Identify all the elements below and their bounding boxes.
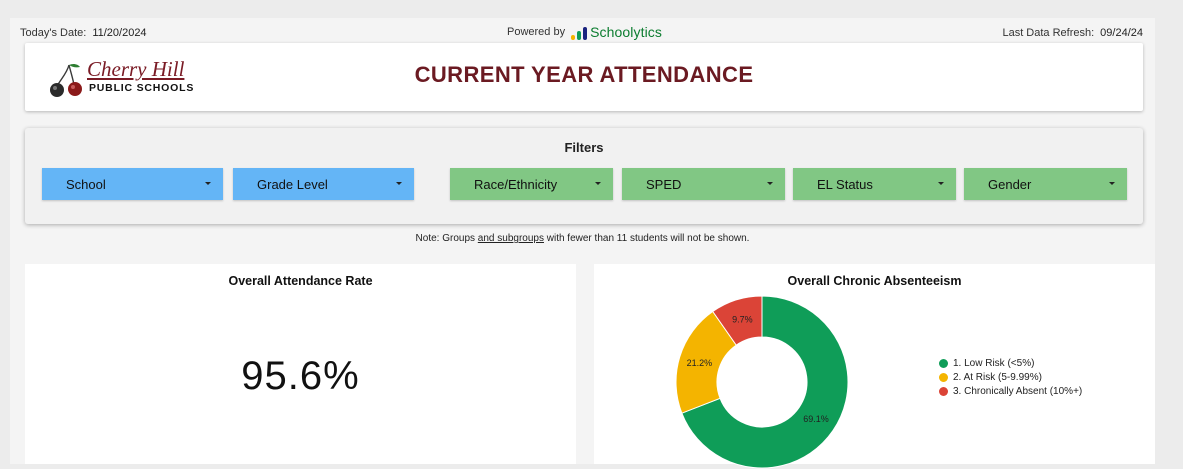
filters-card: Filters School Grade Level Race/Ethnicit… xyxy=(25,128,1143,224)
chevron-down-icon xyxy=(595,182,601,185)
powered-by-label: Powered by xyxy=(507,26,566,38)
attendance-rate-panel: Overall Attendance Rate 95.6% xyxy=(25,264,576,464)
refresh-label: Last Data Refresh: xyxy=(1002,27,1095,39)
chevron-down-icon xyxy=(1109,182,1115,185)
chart-legend: 1. Low Risk (<5%) 2. At Risk (5-9.99%) 3. … xyxy=(939,356,1082,398)
note-subgroups-link[interactable]: and subgroups xyxy=(478,233,544,244)
filter-grade-level-dropdown[interactable]: Grade Level xyxy=(233,168,414,200)
chronic-absenteeism-donut-chart[interactable]: 69.1% 21.2% 9.7% xyxy=(662,294,862,469)
legend-swatch-2 xyxy=(939,372,948,382)
chevron-down-icon xyxy=(767,182,773,185)
legend-item-1[interactable]: 1. Low Risk (<5%) xyxy=(939,356,1082,370)
schoolytics-bars-icon xyxy=(571,27,588,40)
filter-gender-label: Gender xyxy=(988,176,1032,192)
donut-slice-label-3: 9.7% xyxy=(732,315,753,325)
filter-school-label: School xyxy=(66,176,106,192)
chevron-down-icon xyxy=(938,182,944,185)
filters-title: Filters xyxy=(564,140,604,155)
attendance-rate-value: 95.6% xyxy=(241,354,360,398)
schoolytics-logo[interactable]: Schoolytics xyxy=(571,24,662,40)
attendance-rate-title: Overall Attendance Rate xyxy=(228,274,373,288)
todays-date: Today's Date: 11/20/2024 xyxy=(20,27,147,39)
header-card: Cherry Hill PUBLIC SCHOOLS CURRENT YEAR … xyxy=(25,43,1143,111)
filter-sped-label: SPED xyxy=(646,176,682,192)
chevron-down-icon xyxy=(205,182,211,185)
filter-race-ethnicity-label: Race/Ethnicity xyxy=(474,176,558,192)
legend-swatch-3 xyxy=(939,386,948,396)
filter-el-status-dropdown[interactable]: EL Status xyxy=(793,168,956,200)
legend-label-2: 2. At Risk (5-9.99%) xyxy=(953,371,1042,383)
chronic-absenteeism-title: Overall Chronic Absenteeism xyxy=(787,274,962,288)
schoolytics-name: Schoolytics xyxy=(590,24,663,40)
refresh-value: 09/24/24 xyxy=(1100,27,1143,39)
page-title: CURRENT YEAR ATTENDANCE xyxy=(414,62,754,87)
powered-by[interactable]: Powered by Schoolytics xyxy=(507,20,662,44)
legend-swatch-1 xyxy=(939,358,948,368)
note-text-before: Note: Groups xyxy=(415,233,478,244)
donut-slice-label-1: 69.1% xyxy=(803,414,829,424)
filter-gender-dropdown[interactable]: Gender xyxy=(964,168,1127,200)
dashboard-frame: Today's Date: 11/20/2024 Powered by Schoo… xyxy=(10,18,1155,469)
chevron-down-icon xyxy=(396,182,402,185)
todays-date-label: Today's Date: xyxy=(20,27,87,39)
last-data-refresh: Last Data Refresh: 09/24/24 xyxy=(1002,27,1143,39)
legend-item-3[interactable]: 3. Chronically Absent (10%+) xyxy=(939,384,1082,398)
legend-item-2[interactable]: 2. At Risk (5-9.99%) xyxy=(939,370,1082,384)
legend-label-3: 3. Chronically Absent (10%+) xyxy=(953,385,1083,397)
filter-school-dropdown[interactable]: School xyxy=(42,168,223,200)
filter-race-ethnicity-dropdown[interactable]: Race/Ethnicity xyxy=(450,168,613,200)
note-text-after: with fewer than 11 students will not be … xyxy=(543,233,750,244)
legend-label-1: 1. Low Risk (<5%) xyxy=(953,357,1035,369)
filter-grade-level-label: Grade Level xyxy=(257,176,328,192)
todays-date-value: 11/20/2024 xyxy=(92,27,147,39)
filter-el-status-label: EL Status xyxy=(817,176,873,192)
donut-slice-label-2: 21.2% xyxy=(687,358,713,368)
chronic-absenteeism-panel: Overall Chronic Absenteeism 69.1% 21.2% 9.… xyxy=(594,264,1155,469)
filter-sped-dropdown[interactable]: SPED xyxy=(622,168,785,200)
small-groups-note: Note: Groups and subgroups with fewer th… xyxy=(10,233,1155,244)
